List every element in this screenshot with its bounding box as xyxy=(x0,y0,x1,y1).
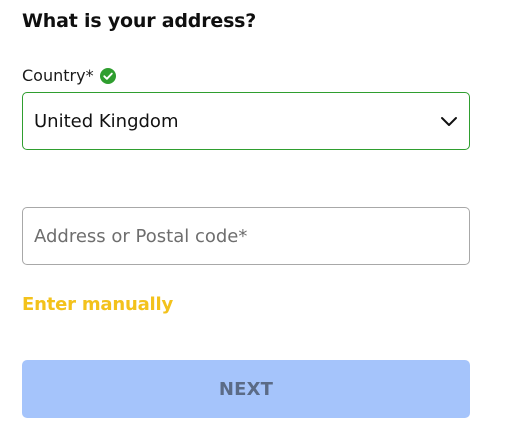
address-input[interactable] xyxy=(22,207,470,265)
country-label-row: Country* xyxy=(22,66,116,85)
check-circle-icon xyxy=(99,67,116,84)
country-label: Country* xyxy=(22,66,94,85)
page-title: What is your address? xyxy=(22,10,257,32)
enter-manually-link[interactable]: Enter manually xyxy=(22,294,173,315)
country-select[interactable]: United Kingdom xyxy=(22,92,470,150)
chevron-down-icon xyxy=(439,111,459,131)
country-select-value: United Kingdom xyxy=(34,110,179,132)
next-button[interactable]: NEXT xyxy=(22,360,470,418)
